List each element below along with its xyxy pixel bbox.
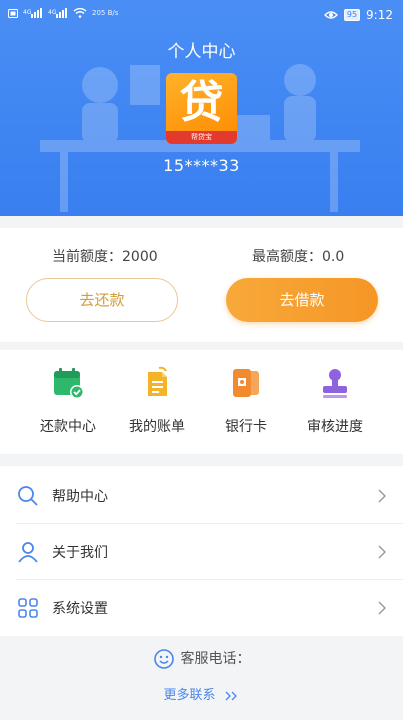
network-speed: 205 B/s (92, 9, 119, 17)
menu-item-system-settings[interactable]: 系统设置 (0, 580, 403, 636)
current-quota: 当前额度：2000 (52, 249, 158, 265)
repay-button[interactable]: 去还款 (26, 278, 178, 322)
user-icon (18, 542, 38, 563)
battery-indicator: 95 (343, 9, 361, 21)
shortcut-label: 审核进度 (307, 419, 363, 435)
eye-icon (323, 11, 338, 19)
logo-glyph: 贷 (179, 77, 224, 128)
shortcut-label: 还款中心 (40, 419, 96, 435)
profile-header: 4G 4G 205 B/s 95 9:12 个人中心 贷 帮贷宝 15****3… (0, 0, 403, 216)
svg-text:4G: 4G (23, 9, 32, 16)
chevron-right-icon (378, 489, 386, 503)
menu-item-help-center[interactable]: 帮助中心 (0, 468, 403, 524)
stamp-icon (323, 369, 347, 398)
settings-menu: 帮助中心 关于我们 系统设置 (0, 466, 403, 636)
bank-card-icon (233, 369, 259, 397)
sim-card-icon (8, 8, 18, 18)
customer-service-icon (153, 649, 174, 669)
logo-brand: 帮贷宝 (166, 131, 237, 144)
max-quota: 最高额度：0.0 (252, 249, 345, 265)
user-phone: 15****33 (163, 156, 240, 175)
double-chevron-right-icon (225, 691, 237, 700)
shortcut-label: 银行卡 (225, 419, 267, 435)
service-phone-label: 客服电话： (180, 651, 251, 667)
shortcut-bank-card[interactable]: 银行卡 (196, 366, 296, 436)
menu-item-label: 系统设置 (52, 601, 108, 617)
chevron-right-icon (378, 545, 386, 559)
shortcut-repayment-center[interactable]: 还款中心 (18, 366, 118, 436)
menu-item-label: 关于我们 (52, 545, 108, 561)
wifi-icon (73, 8, 87, 18)
page-title: 个人中心 (167, 42, 236, 62)
customer-service: 客服电话： 更多联系 (0, 644, 403, 720)
clock: 9:12 (366, 8, 393, 22)
app-logo: 贷 帮贷宝 (166, 73, 237, 144)
menu-item-label: 帮助中心 (52, 489, 108, 505)
more-contacts-link[interactable]: 更多联系 (0, 684, 403, 703)
settings-grid-icon (18, 598, 38, 618)
search-icon (18, 486, 38, 506)
svg-text:4G: 4G (48, 9, 57, 16)
status-bar: 4G 4G 205 B/s 95 9:12 (0, 0, 403, 34)
calendar-check-icon (54, 368, 84, 399)
shortcut-grid: 还款中心 我的账单 银行卡 审核进度 (0, 350, 403, 454)
signal-icon: 4G (48, 8, 67, 18)
service-phone[interactable]: 客服电话： (0, 648, 403, 670)
chevron-right-icon (378, 601, 386, 615)
signal-icon: 4G (23, 8, 42, 18)
bill-icon (148, 366, 167, 396)
borrow-button[interactable]: 去借款 (226, 278, 378, 322)
more-contacts-label: 更多联系 (163, 688, 216, 703)
shortcut-label: 我的账单 (129, 419, 185, 435)
shortcut-my-bills[interactable]: 我的账单 (107, 366, 207, 436)
quota-panel: 当前额度：2000 最高额度：0.0 去还款 去借款 (0, 228, 403, 342)
shortcut-review-progress[interactable]: 审核进度 (285, 366, 385, 436)
menu-item-about-us[interactable]: 关于我们 (0, 524, 403, 580)
